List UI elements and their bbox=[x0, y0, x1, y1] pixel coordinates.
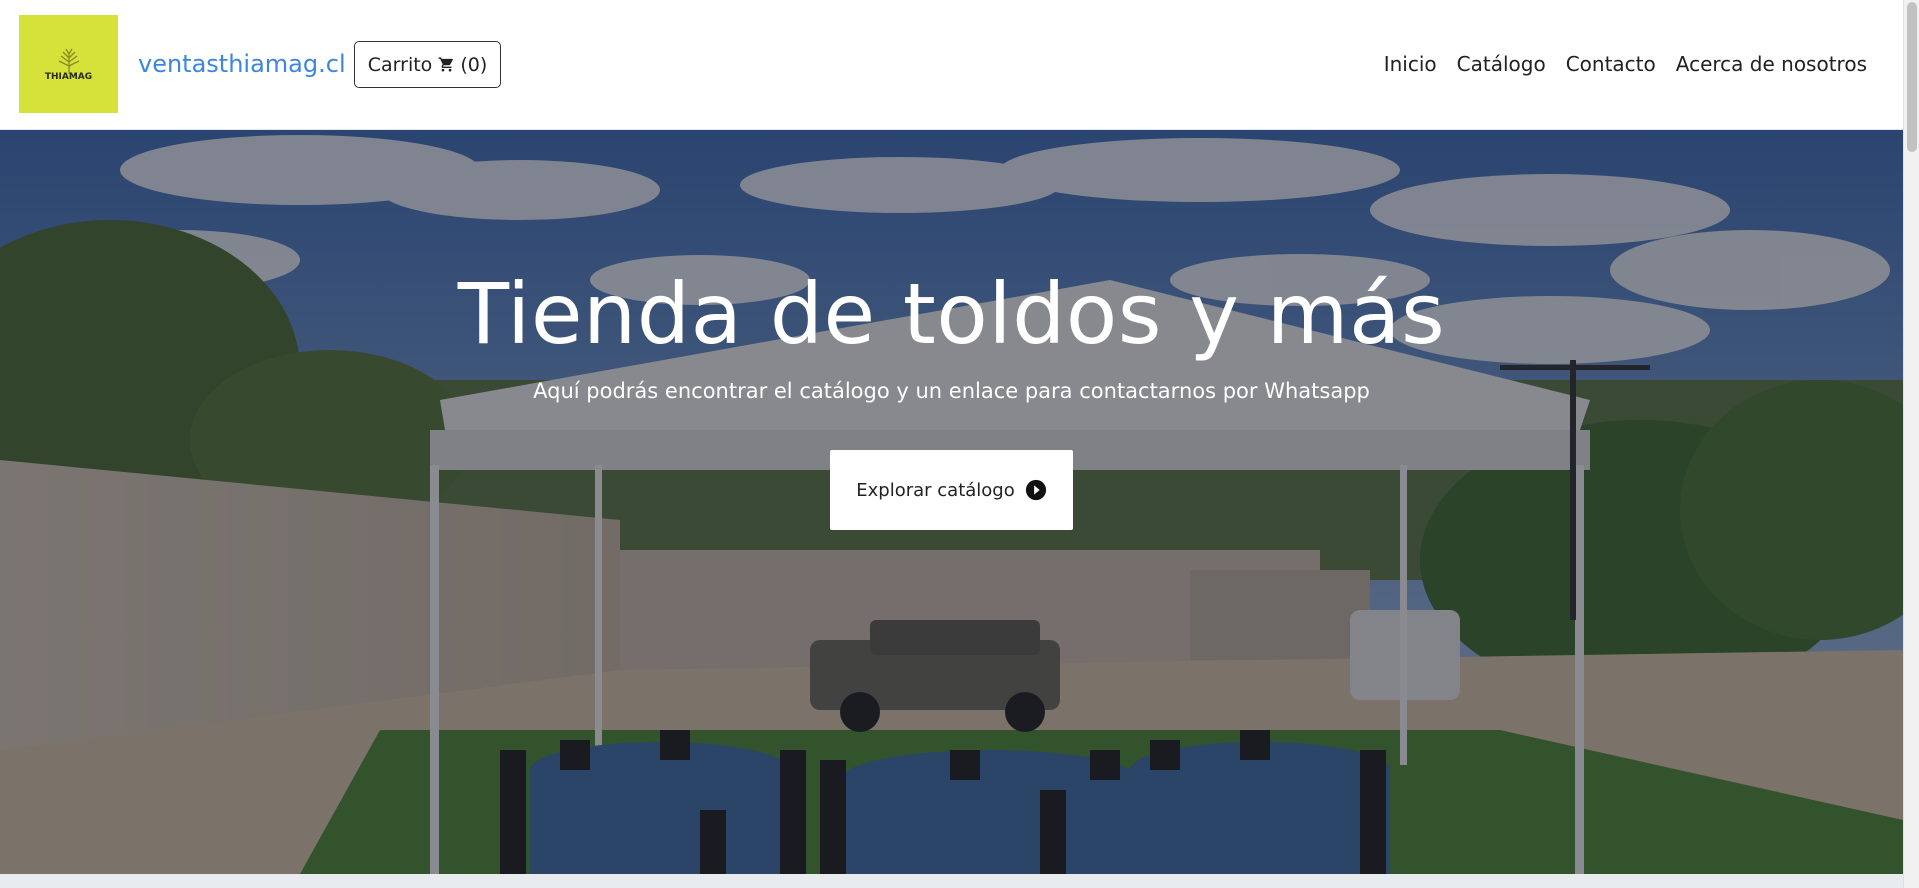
nav-contacto[interactable]: Contacto bbox=[1566, 50, 1656, 78]
hero-title: Tienda de toldos y más bbox=[457, 265, 1446, 363]
cart-button[interactable]: Carrito (0) bbox=[354, 41, 501, 88]
hero-subtitle: Aquí podrás encontrar el catálogo y un e… bbox=[533, 379, 1370, 403]
cart-count: (0) bbox=[460, 53, 488, 76]
site-logo[interactable]: THIAMAG bbox=[19, 15, 118, 113]
explore-catalog-label: Explorar catálogo bbox=[856, 479, 1015, 501]
brand-link[interactable]: ventasthiamag.cl bbox=[138, 49, 346, 79]
navbar: THIAMAG ventasthiamag.cl Carrito (0) Ini… bbox=[0, 0, 1903, 130]
cart-icon bbox=[439, 57, 454, 72]
play-circle-icon bbox=[1025, 479, 1046, 501]
hero-banner: Tienda de toldos y más Aquí podrás encon… bbox=[0, 130, 1903, 874]
nav-acerca[interactable]: Acerca de nosotros bbox=[1676, 50, 1867, 78]
nav-inicio[interactable]: Inicio bbox=[1384, 50, 1437, 78]
main-nav: Inicio Catálogo Contacto Acerca de nosot… bbox=[1384, 50, 1867, 78]
cart-label: Carrito bbox=[367, 53, 433, 76]
logo-text: THIAMAG bbox=[44, 72, 93, 82]
vertical-scrollbar[interactable] bbox=[1903, 0, 1919, 888]
scrollbar-thumb[interactable] bbox=[1907, 2, 1917, 152]
nav-catalogo[interactable]: Catálogo bbox=[1457, 50, 1546, 78]
page: THIAMAG ventasthiamag.cl Carrito (0) Ini… bbox=[0, 0, 1919, 888]
explore-catalog-button[interactable]: Explorar catálogo bbox=[830, 450, 1073, 530]
page-bottom-strip bbox=[0, 874, 1903, 888]
